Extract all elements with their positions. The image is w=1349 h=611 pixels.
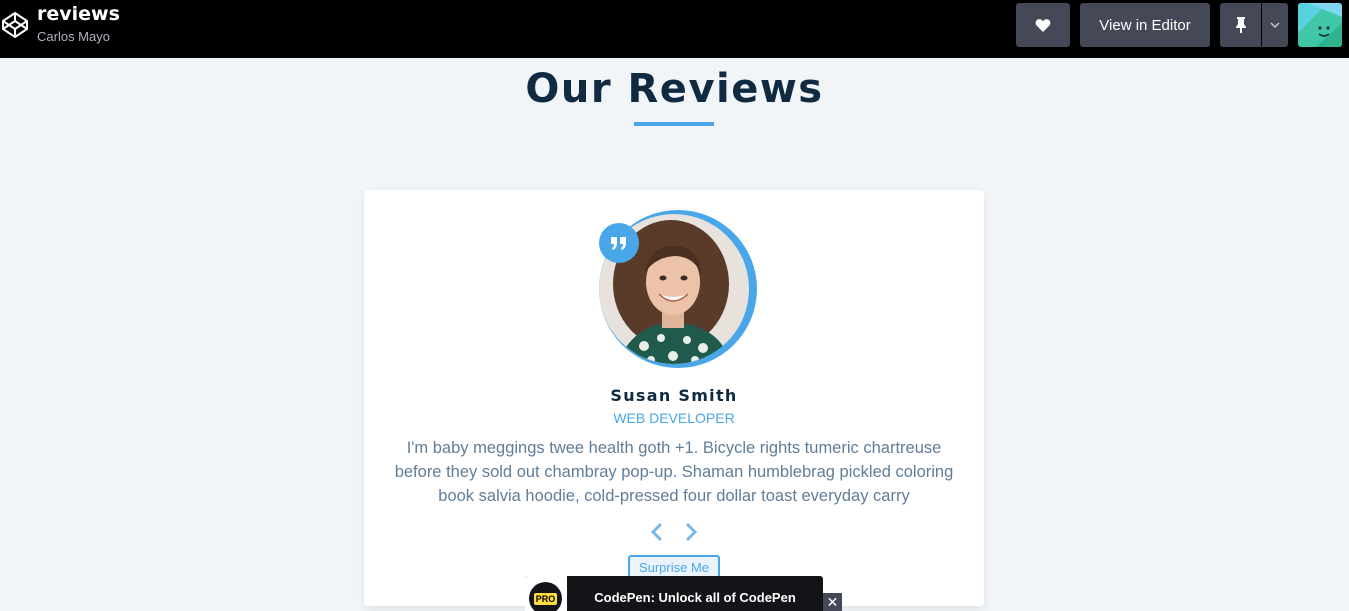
chevron-down-icon: [1270, 22, 1280, 28]
quote-icon: [611, 237, 626, 250]
pro-banner-text[interactable]: CodePen: Unlock all of CodePen: [567, 590, 823, 605]
reviewer-name: Susan Smith: [610, 386, 738, 405]
pro-banner[interactable]: PRO CodePen: Unlock all of CodePen: [525, 576, 823, 611]
pro-badge: PRO: [529, 582, 562, 611]
codepen-logo-icon[interactable]: [0, 10, 30, 40]
review-card: Susan Smith web developer I'm baby meggi…: [364, 190, 984, 606]
close-icon[interactable]: ✕: [823, 593, 842, 611]
pen-author[interactable]: Carlos Mayo: [37, 29, 110, 44]
top-bar: reviews Carlos Mayo View in Editor: [0, 0, 1349, 58]
pin-button[interactable]: [1220, 3, 1261, 47]
heart-button[interactable]: [1016, 3, 1070, 47]
pin-icon: [1235, 17, 1246, 33]
review-text: I'm baby meggings twee health goth +1. B…: [394, 439, 954, 505]
pro-badge-area: PRO: [525, 576, 567, 611]
chevron-left-icon: [650, 523, 662, 541]
title-underline: [634, 122, 714, 126]
pen-title[interactable]: reviews: [37, 3, 120, 25]
heart-icon: [1035, 18, 1051, 32]
page-title: Our Reviews: [525, 66, 824, 112]
quote-badge: [599, 223, 639, 263]
pro-badge-label: PRO: [533, 592, 558, 605]
chevron-right-icon: [686, 523, 698, 541]
user-avatar[interactable]: [1298, 3, 1342, 47]
next-button[interactable]: [680, 520, 704, 544]
prev-button[interactable]: [644, 520, 668, 544]
reviewer-job: web developer: [613, 410, 735, 426]
view-in-editor-button[interactable]: View in Editor: [1080, 3, 1210, 47]
pin-dropdown-button[interactable]: [1262, 3, 1288, 47]
